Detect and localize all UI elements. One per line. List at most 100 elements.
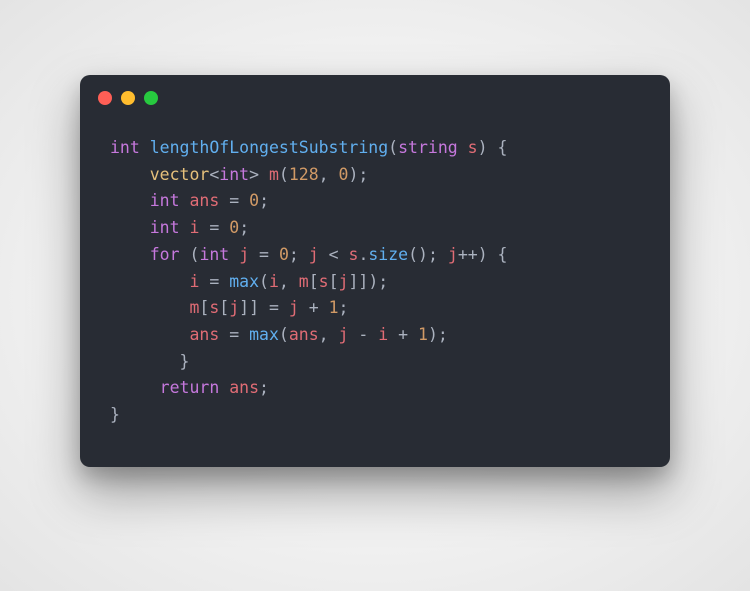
code-token: ); xyxy=(428,325,448,344)
code-token: [ xyxy=(219,298,229,317)
code-token: i xyxy=(189,272,199,291)
code-token: s xyxy=(209,298,219,317)
code-token: = xyxy=(219,325,249,344)
code-token: s xyxy=(468,138,478,157)
code-token: ]]); xyxy=(348,272,388,291)
code-token: + xyxy=(299,298,329,317)
code-token xyxy=(110,325,189,344)
code-token: < xyxy=(319,245,349,264)
code-token: = xyxy=(199,218,229,237)
code-token: int xyxy=(110,138,140,157)
code-token: = xyxy=(249,245,279,264)
code-token: ans xyxy=(229,378,259,397)
code-token xyxy=(110,218,150,237)
code-token: s xyxy=(319,272,329,291)
code-token: lengthOfLongestSubstring xyxy=(150,138,388,157)
code-window: int lengthOfLongestSubstring(string s) {… xyxy=(80,75,670,467)
code-block: int lengthOfLongestSubstring(string s) {… xyxy=(80,113,670,439)
code-token: ) { xyxy=(478,245,508,264)
code-token: 1 xyxy=(418,325,428,344)
code-token xyxy=(180,191,190,210)
maximize-icon[interactable] xyxy=(144,91,158,105)
code-token: j xyxy=(289,298,299,317)
code-token: [ xyxy=(199,298,209,317)
code-token: vector xyxy=(150,165,210,184)
code-token: int xyxy=(150,218,180,237)
code-token: ; xyxy=(259,191,269,210)
code-token xyxy=(110,272,189,291)
code-token: + xyxy=(388,325,418,344)
code-token: j xyxy=(339,272,349,291)
code-token: j xyxy=(339,325,349,344)
code-token: = xyxy=(219,191,249,210)
code-token xyxy=(458,138,468,157)
code-token: ; xyxy=(289,245,309,264)
code-token xyxy=(110,352,180,371)
code-token: (); xyxy=(408,245,448,264)
code-token: for xyxy=(150,245,180,264)
code-token: < xyxy=(209,165,219,184)
code-token: ( xyxy=(279,325,289,344)
code-token: ( xyxy=(388,138,398,157)
code-token: j xyxy=(448,245,458,264)
code-token: ; xyxy=(339,298,349,317)
code-token: 128 xyxy=(289,165,319,184)
code-token: 0 xyxy=(279,245,289,264)
code-token: 1 xyxy=(329,298,339,317)
code-token: int xyxy=(219,165,249,184)
code-token: i xyxy=(190,218,200,237)
code-token: - xyxy=(348,325,378,344)
code-token: return xyxy=(160,378,220,397)
code-token: [ xyxy=(309,272,319,291)
code-token xyxy=(140,138,150,157)
code-token: ); xyxy=(348,165,368,184)
code-token: [ xyxy=(329,272,339,291)
code-token: } xyxy=(110,405,120,424)
code-token: int xyxy=(150,191,180,210)
code-token: > xyxy=(249,165,269,184)
code-token: m xyxy=(269,165,279,184)
code-token xyxy=(110,378,160,397)
code-token: ]] = xyxy=(239,298,289,317)
code-token xyxy=(180,218,190,237)
code-token xyxy=(110,165,150,184)
code-token: ans xyxy=(189,325,219,344)
code-token: m xyxy=(299,272,309,291)
code-token: ans xyxy=(289,325,319,344)
code-token: , xyxy=(319,165,339,184)
code-token xyxy=(110,191,150,210)
code-token: ; xyxy=(239,218,249,237)
code-token: ; xyxy=(259,378,269,397)
code-token: max xyxy=(229,272,259,291)
code-token: max xyxy=(249,325,279,344)
code-token: j xyxy=(309,245,319,264)
code-token: , xyxy=(319,325,339,344)
code-token: 0 xyxy=(229,218,239,237)
code-token: m xyxy=(189,298,199,317)
code-token: i xyxy=(269,272,279,291)
code-token xyxy=(219,378,229,397)
code-token: = xyxy=(199,272,229,291)
code-token: ( xyxy=(279,165,289,184)
code-token: j xyxy=(239,245,249,264)
code-token: int xyxy=(199,245,229,264)
close-icon[interactable] xyxy=(98,91,112,105)
code-token: ) { xyxy=(478,138,508,157)
code-token: ++ xyxy=(458,245,478,264)
code-token: } xyxy=(180,352,190,371)
code-token: . xyxy=(358,245,368,264)
code-token xyxy=(229,245,239,264)
code-token xyxy=(110,298,189,317)
minimize-icon[interactable] xyxy=(121,91,135,105)
code-token: s xyxy=(349,245,359,264)
code-token: ans xyxy=(190,191,220,210)
code-token: size xyxy=(368,245,408,264)
code-token: 0 xyxy=(339,165,349,184)
code-token: string xyxy=(398,138,458,157)
code-token xyxy=(110,245,150,264)
code-token: i xyxy=(378,325,388,344)
code-token: 0 xyxy=(249,191,259,210)
code-token: ( xyxy=(259,272,269,291)
code-token: , xyxy=(279,272,299,291)
code-token: j xyxy=(229,298,239,317)
